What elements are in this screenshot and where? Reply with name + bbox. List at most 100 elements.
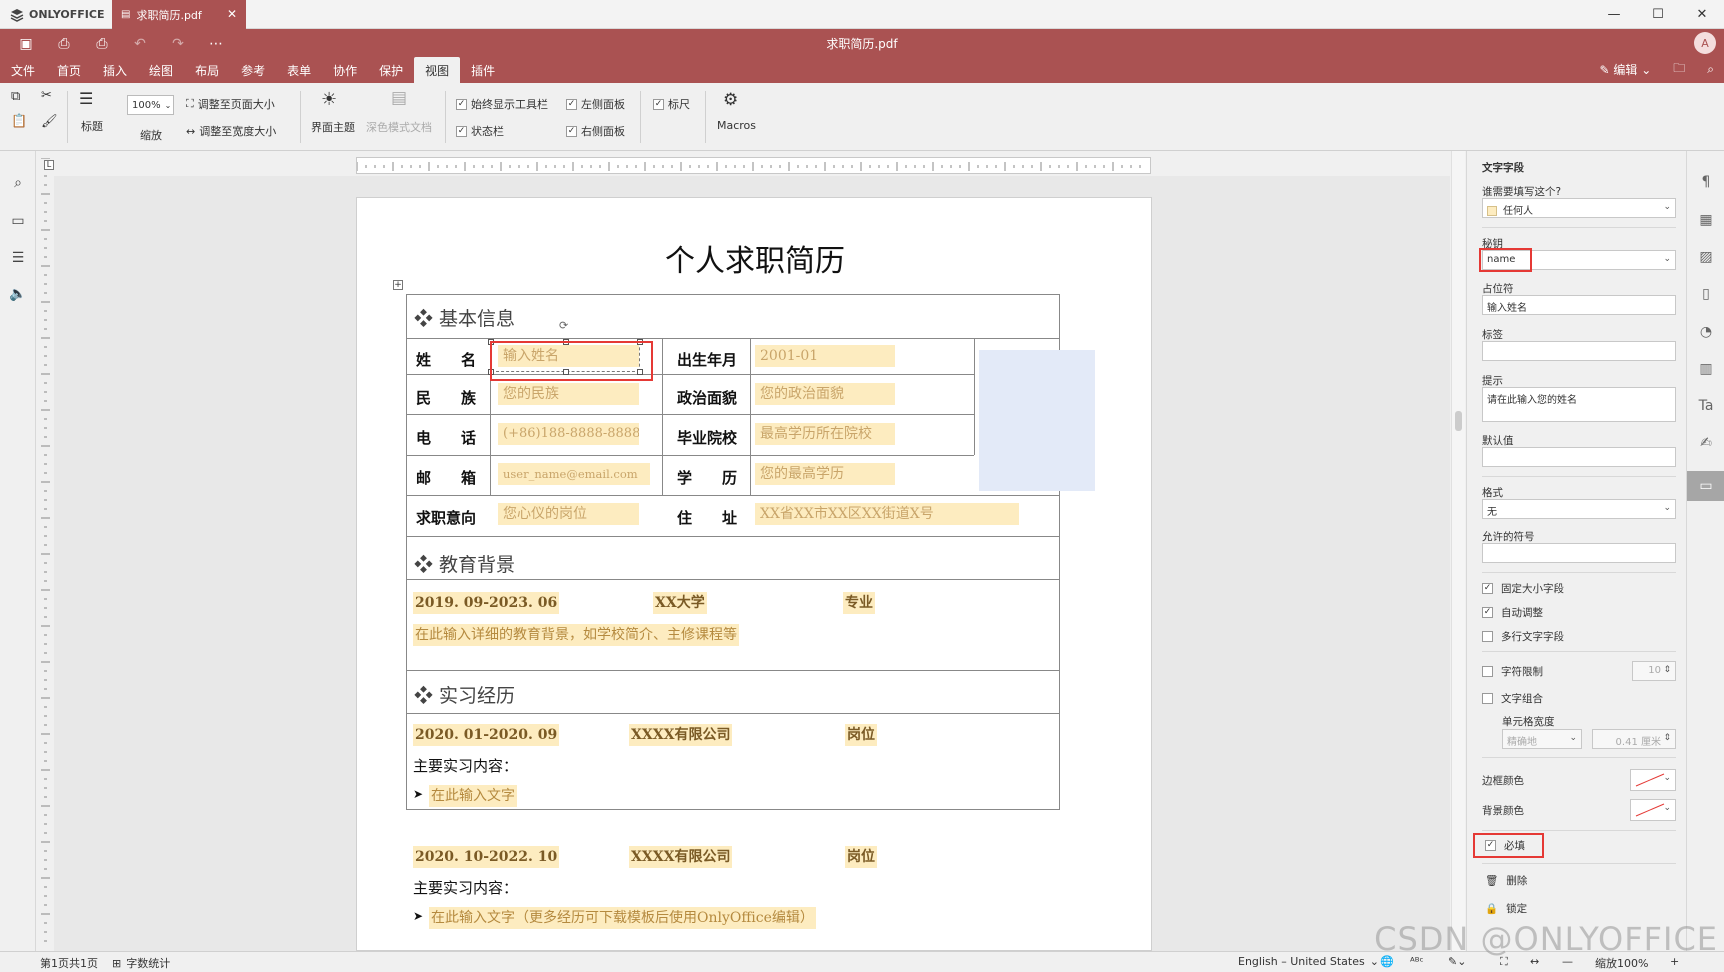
tab-plugins[interactable]: 插件 bbox=[460, 57, 506, 83]
tag-label: 标签 bbox=[1482, 329, 1503, 341]
phone-field[interactable]: (+86)188-8888-8888 bbox=[498, 423, 639, 445]
vertical-scrollbar[interactable] bbox=[1451, 151, 1465, 951]
intern2-company[interactable]: XXXX有限公司 bbox=[629, 846, 733, 868]
close-icon[interactable]: ✕ bbox=[1680, 0, 1724, 29]
edit-mode-button[interactable]: ✎ 编辑 ⌄ bbox=[1599, 61, 1651, 78]
theme-button[interactable]: 界面主题 bbox=[311, 119, 355, 135]
right-panel-checkbox[interactable]: ✓ 右侧面板 bbox=[566, 123, 625, 139]
tab-file[interactable]: 文件 bbox=[0, 57, 46, 83]
intern1-period[interactable]: 2020. 01-2020. 09 bbox=[413, 724, 560, 746]
border-color-picker[interactable]: ⌄ bbox=[1630, 769, 1676, 791]
search-icon[interactable]: ⌕ bbox=[8, 173, 28, 193]
tab-protection[interactable]: 保护 bbox=[368, 57, 414, 83]
political-field[interactable]: 您的政治面貌 bbox=[755, 383, 895, 405]
intent-field[interactable]: 您心仪的岗位 bbox=[498, 503, 639, 525]
ethnic-field[interactable]: 您的民族 bbox=[498, 383, 639, 405]
close-tab-icon[interactable]: ✕ bbox=[227, 7, 237, 21]
signature-icon[interactable]: ✍ bbox=[1687, 428, 1724, 458]
intern1-company[interactable]: XXXX有限公司 bbox=[629, 724, 733, 746]
theme-icon[interactable]: ☀ bbox=[321, 89, 337, 110]
format-select[interactable]: 无 ⌄ bbox=[1482, 499, 1676, 519]
placeholder-input[interactable]: 输入姓名 bbox=[1482, 295, 1676, 315]
intern1-position[interactable]: 岗位 bbox=[845, 724, 877, 746]
edu-period[interactable]: 2019. 09-2023. 06 bbox=[413, 592, 560, 614]
photo-placeholder[interactable] bbox=[979, 350, 1095, 491]
macros-icon[interactable]: ⚙ bbox=[723, 90, 738, 110]
macros-button[interactable]: Macros bbox=[717, 119, 756, 132]
edu-school[interactable]: XX大学 bbox=[653, 592, 707, 614]
tag-input[interactable] bbox=[1482, 341, 1676, 361]
word-count-button[interactable]: ⊞ 字数统计 bbox=[112, 955, 170, 971]
shape-icon[interactable]: ◔ bbox=[1687, 317, 1724, 347]
school-field[interactable]: 最高学历所在院校 bbox=[755, 423, 895, 445]
navigation-icon[interactable]: ☰ bbox=[8, 248, 28, 268]
intern2-content[interactable]: 在此输入文字（更多经历可下载模板后使用OnlyOffice编辑） bbox=[429, 907, 816, 929]
tab-forms[interactable]: 表单 bbox=[276, 57, 322, 83]
heading-label[interactable]: 标题 bbox=[81, 118, 103, 134]
edu-major[interactable]: 专业 bbox=[843, 592, 875, 614]
zoom-select[interactable]: 100% ⌄ bbox=[127, 95, 174, 115]
address-field[interactable]: XX省XX市XX区XX街道X号 bbox=[755, 503, 1019, 525]
fit-width-button[interactable]: ↔ 调整至宽度大小 bbox=[186, 123, 276, 139]
scroll-thumb[interactable] bbox=[1455, 411, 1462, 431]
degree-field[interactable]: 您的最高学历 bbox=[755, 463, 895, 485]
search-icon[interactable]: ⌕ bbox=[1707, 62, 1714, 77]
tab-stop-icon[interactable]: L bbox=[44, 160, 54, 170]
lock-button[interactable]: 🔒 锁定 bbox=[1485, 901, 1527, 916]
email-field[interactable]: user_name@email.com bbox=[498, 463, 650, 485]
document-tab[interactable]: ▤ 求职简历.pdf ✕ bbox=[112, 0, 246, 29]
user-avatar[interactable]: A bbox=[1694, 32, 1716, 54]
intern2-period[interactable]: 2020. 10-2022. 10 bbox=[413, 846, 560, 868]
intern1-content[interactable]: 在此输入文字 bbox=[429, 785, 517, 807]
cut-icon[interactable]: ✂ bbox=[41, 88, 52, 103]
multiline-checkbox[interactable]: 多行文字字段 bbox=[1482, 629, 1564, 644]
edu-detail[interactable]: 在此输入详细的教育背景，如学校简介、主修课程等 bbox=[413, 624, 739, 646]
tab-layout[interactable]: 布局 bbox=[184, 57, 230, 83]
speaker-icon[interactable]: 🔈 bbox=[8, 284, 28, 304]
table-icon[interactable]: ▦ bbox=[1687, 205, 1724, 235]
tip-textarea[interactable]: 请在此输入您的姓名 bbox=[1482, 387, 1676, 422]
copy-icon[interactable]: ⧉ bbox=[11, 89, 20, 104]
text-art-icon[interactable]: Ta bbox=[1687, 391, 1724, 421]
paste-icon[interactable]: 📋 bbox=[11, 114, 27, 129]
language-select[interactable]: English – United States ⌄ bbox=[1238, 955, 1379, 968]
birth-field[interactable]: 2001-01 bbox=[755, 345, 895, 367]
tab-draw[interactable]: 绘图 bbox=[138, 57, 184, 83]
tab-view[interactable]: 视图 bbox=[414, 57, 461, 83]
form-settings-icon[interactable]: ▭ bbox=[1687, 471, 1724, 501]
tab-home[interactable]: 首页 bbox=[46, 57, 92, 83]
image-icon[interactable]: ▨ bbox=[1687, 242, 1724, 272]
bg-color-picker[interactable]: ⌄ bbox=[1630, 799, 1676, 821]
left-panel-checkbox[interactable]: ✓ 左侧面板 bbox=[566, 96, 625, 112]
tab-insert[interactable]: 插入 bbox=[92, 57, 138, 83]
heading-icon[interactable]: ☰ bbox=[79, 89, 93, 108]
char-limit-checkbox[interactable]: 字符限制 bbox=[1482, 664, 1543, 679]
fixed-size-checkbox[interactable]: ✓ 固定大小字段 bbox=[1482, 581, 1564, 596]
tab-collaboration[interactable]: 协作 bbox=[322, 57, 368, 83]
chevron-down-icon: ⌄ bbox=[1663, 773, 1671, 783]
format-painter-icon[interactable]: 🖌 bbox=[41, 114, 58, 129]
fit-page-button[interactable]: ⛶ 调整至页面大小 bbox=[186, 96, 275, 112]
ruler-checkbox[interactable]: ✓ 标尺 bbox=[653, 96, 690, 112]
paragraph-icon[interactable]: ¶ bbox=[1687, 167, 1724, 197]
statusbar-checkbox[interactable]: ✓ 状态栏 bbox=[456, 123, 504, 139]
chart-icon[interactable]: ▥ bbox=[1687, 354, 1724, 384]
comb-checkbox[interactable]: 文字组合 bbox=[1482, 691, 1543, 706]
comments-icon[interactable]: ▭ bbox=[8, 211, 28, 231]
maximize-icon[interactable]: ☐ bbox=[1636, 0, 1680, 29]
minimize-icon[interactable]: — bbox=[1592, 0, 1636, 29]
default-value-input[interactable] bbox=[1482, 447, 1676, 467]
who-fills-select[interactable]: 任何人 ⌄ bbox=[1482, 198, 1676, 218]
rotate-handle-icon[interactable]: ⟳ bbox=[559, 319, 568, 332]
delete-button[interactable]: 🗑 删除 bbox=[1485, 873, 1527, 888]
section-internship: ❖ 实习经历 bbox=[414, 685, 516, 707]
table-move-icon[interactable]: + bbox=[393, 280, 403, 290]
header-footer-icon[interactable]: ▯ bbox=[1687, 279, 1724, 309]
tab-references[interactable]: 参考 bbox=[230, 57, 276, 83]
intern2-position[interactable]: 岗位 bbox=[845, 846, 877, 868]
page-info[interactable]: 第1页共1页 bbox=[40, 955, 98, 971]
allowed-symbols-input[interactable] bbox=[1482, 543, 1676, 563]
open-location-icon[interactable]: 🗀 bbox=[1673, 59, 1685, 80]
autofit-checkbox[interactable]: ✓ 自动调整 bbox=[1482, 605, 1543, 620]
always-toolbar-checkbox[interactable]: ✓ 始终显示工具栏 bbox=[456, 96, 548, 112]
